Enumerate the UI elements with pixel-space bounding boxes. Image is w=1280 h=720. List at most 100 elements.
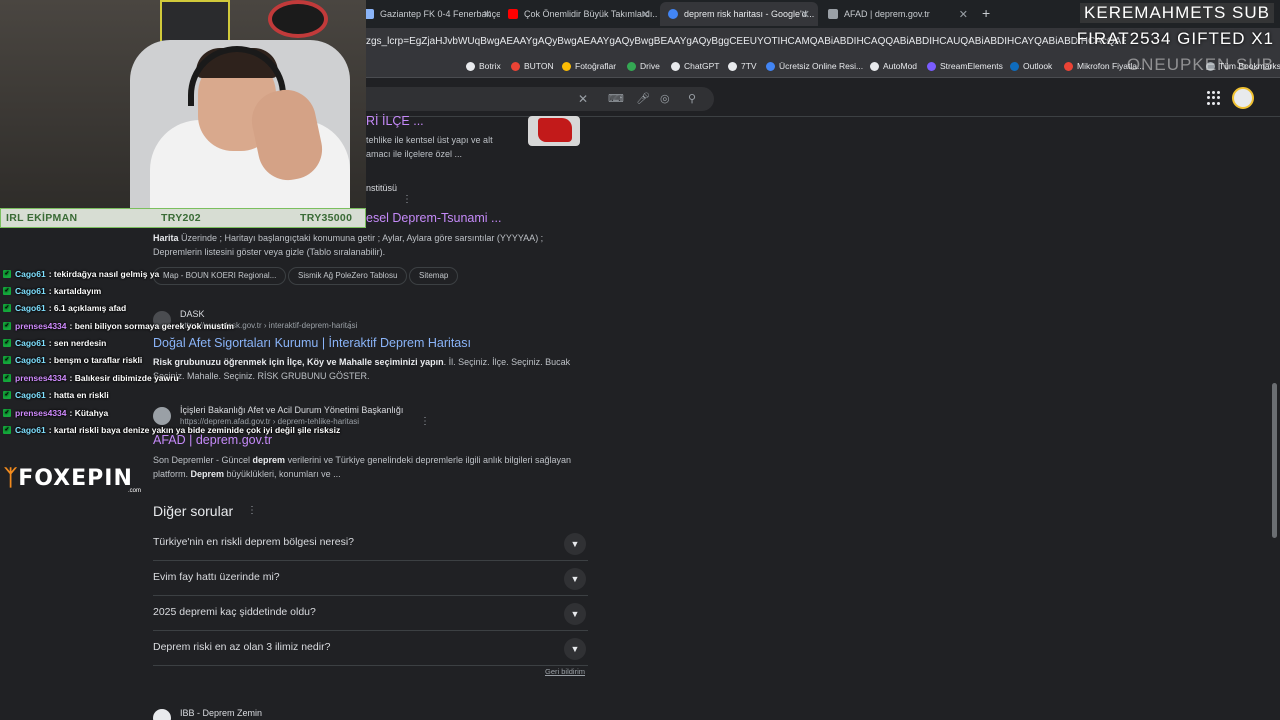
- microphone-icon[interactable]: 🎤︎: [636, 92, 650, 105]
- more-options-icon[interactable]: ⋮: [345, 319, 355, 333]
- chat-text: : benşm o taraflar riskli: [48, 354, 143, 365]
- search-input[interactable]: ✕ ⌨ 🎤︎ ◎ ⚲: [340, 87, 714, 111]
- chat-user: Cago61: [15, 389, 46, 400]
- bookmark-drive[interactable]: Drive: [627, 61, 660, 71]
- snippet-line: Depremlerin listesini göster veya gizle …: [153, 247, 386, 257]
- snippet-text: Üzerinde ; Haritayı başlangıçtaki konumu…: [178, 233, 544, 243]
- snippet-bold: Deprem: [190, 469, 225, 479]
- paa-question[interactable]: 2025 depremi kaç şiddetinde oldu? ▼: [153, 596, 588, 631]
- tab-youtube[interactable]: Çok Önemlidir Büyük Takımlardı... ✕: [500, 2, 658, 26]
- result-site-name: nstitüsü: [366, 183, 398, 193]
- bookmark-icon: [511, 61, 520, 71]
- chat-message: ✓ Cago61: hatta en riskli: [3, 387, 109, 402]
- chat-text: : kartaldayım: [48, 285, 102, 296]
- more-options-icon[interactable]: ⋮: [420, 415, 430, 429]
- result-title-dask[interactable]: Doğal Afet Sigortaları Kurumu | İnterakt…: [153, 336, 471, 350]
- chevron-down-icon[interactable]: ▼: [564, 533, 586, 555]
- more-options-icon[interactable]: ⋮: [247, 505, 257, 516]
- snippet-text: verilerini ve Türkiye genelindeki deprem…: [285, 455, 572, 465]
- snippet-text: . İl. Seçiniz. İlçe. Seçiniz. Bucak: [443, 357, 571, 367]
- chat-user: Cago61: [15, 268, 46, 279]
- google-icon: [668, 9, 678, 19]
- search-icon[interactable]: ⚲: [688, 92, 696, 105]
- more-options-icon[interactable]: ⋮: [402, 193, 412, 207]
- bookmark-photos[interactable]: Fotoğraflar: [562, 61, 616, 71]
- sitelink-regional-map[interactable]: Map - BOUN KOERI Regional...: [153, 267, 287, 285]
- bookmark-outlook[interactable]: Outlook: [1010, 61, 1052, 71]
- url-text[interactable]: zgs_lcrp=EgZjaHJvbWUqBwgAEAAYgAQyBwgAEAA…: [366, 36, 1126, 47]
- paa-question[interactable]: Deprem riski en az olan 3 ilimiz nedir? …: [153, 631, 588, 666]
- bookmark-7tv[interactable]: 7TV: [728, 61, 757, 71]
- bookmark-streamelements[interactable]: StreamElements: [927, 61, 1003, 71]
- chatgpt-icon: [671, 61, 680, 71]
- tab-gaziantep[interactable]: Gaziantep FK 0-4 Fenerbahçe - ... ✕: [356, 2, 500, 26]
- sitelink-sitemap[interactable]: Sitemap: [409, 267, 459, 285]
- bookmark-image-tool[interactable]: Ücretsiz Online Resi...: [766, 61, 863, 71]
- webcam-overlay: [0, 0, 366, 212]
- chat-text: : 6.1 açıklamış afad: [48, 302, 127, 313]
- badge-icon: ✓: [3, 390, 11, 399]
- 7tv-icon: [728, 61, 737, 71]
- bookmark-label: Botrix: [479, 61, 501, 71]
- automod-icon: [870, 61, 879, 71]
- chat-user: Cago61: [15, 302, 46, 313]
- result-snippet: Risk grubunuzu öğrenmek için İlçe, Köy v…: [153, 355, 593, 383]
- snippet-line: amacı ile ilçelere özel ...: [366, 149, 463, 159]
- result-title-koeri-ilce[interactable]: Rİ İLÇE ...: [366, 114, 424, 128]
- bookmark-icon: [466, 61, 475, 71]
- tab-close-icon[interactable]: ✕: [641, 8, 650, 21]
- chat-text: : sen nerdesin: [48, 337, 107, 348]
- drive-icon: [627, 61, 636, 71]
- chat-text: : kartal riskli baya denize yakın ya bid…: [48, 424, 341, 435]
- bookmark-buton[interactable]: BUTON: [511, 61, 554, 71]
- chevron-down-icon[interactable]: ▼: [564, 568, 586, 590]
- bookmark-botrix[interactable]: Botrix: [466, 61, 501, 71]
- donation-current: TRY202: [161, 212, 201, 224]
- snippet-text: Son Depremler - Güncel: [153, 455, 253, 465]
- chat-message: ✓ Cago61: tekirdağya nasıl gelmiş ya: [3, 266, 159, 281]
- tab-label: AFAD | deprem.gov.tr: [844, 9, 930, 19]
- scrollbar[interactable]: [1272, 383, 1277, 538]
- clear-icon[interactable]: ✕: [578, 92, 588, 106]
- sitelink-polezero[interactable]: Sismik Ağ PoleZero Tablosu: [288, 267, 408, 285]
- result-title-tsunami[interactable]: esel Deprem-Tsunami ...: [366, 211, 501, 225]
- chat-user: Cago61: [15, 285, 46, 296]
- paa-heading: Diğer sorular: [153, 503, 234, 519]
- sponsor-name: FOXEPIN: [18, 466, 133, 491]
- avatar[interactable]: [1232, 87, 1254, 109]
- youtube-icon: [508, 9, 518, 19]
- tab-close-icon[interactable]: ✕: [959, 8, 968, 21]
- snippet-bold: deprem: [252, 455, 286, 465]
- tab-google-search[interactable]: deprem risk haritası - Google'd... ✕: [660, 2, 818, 26]
- result-thumbnail-map[interactable]: [528, 116, 580, 146]
- chat-message: ✓ Cago61: kartaldayım: [3, 283, 101, 298]
- tab-close-icon[interactable]: ✕: [483, 8, 492, 21]
- chevron-down-icon[interactable]: ▼: [564, 638, 586, 660]
- bookmark-automod[interactable]: AutoMod: [870, 61, 917, 71]
- paa-question-text: Türkiye'nin en riskli deprem bölgesi ner…: [153, 536, 355, 548]
- sponsor-logo: ᛉFOXEPIN: [4, 466, 133, 491]
- chat-user: prenses4334: [15, 407, 67, 418]
- feedback-link[interactable]: Geri bildirim: [545, 667, 585, 676]
- sub-alert: FIRAT2534 GIFTED X1: [1076, 29, 1274, 48]
- chat-message: ✓ prenses4334: beni biliyon sormaya gerek…: [3, 318, 234, 333]
- paa-question[interactable]: Türkiye'nin en riskli deprem bölgesi ner…: [153, 526, 588, 561]
- chevron-down-icon[interactable]: ▼: [564, 603, 586, 625]
- bookmark-chatgpt[interactable]: ChatGPT: [671, 61, 719, 71]
- sponsor-domain: .com: [128, 488, 142, 494]
- badge-icon: ✓: [3, 269, 11, 278]
- new-tab-button[interactable]: +: [982, 5, 990, 21]
- tab-afad[interactable]: AFAD | deprem.gov.tr ✕: [820, 2, 976, 26]
- globe-icon: [828, 9, 838, 19]
- tab-close-icon[interactable]: ✕: [801, 8, 810, 21]
- outlook-icon: [1010, 61, 1019, 71]
- paa-question[interactable]: Evim fay hattı üzerinde mi? ▼: [153, 561, 588, 596]
- lens-icon[interactable]: ◎: [660, 92, 670, 105]
- keyboard-icon[interactable]: ⌨: [608, 92, 624, 105]
- chat-text: : beni biliyon sormaya gerek yok mustim: [69, 320, 234, 331]
- donation-goal-bar: IRL EKİPMAN TRY202 TRY35000: [0, 208, 366, 228]
- bookmark-label: Ücretsiz Online Resi...: [779, 61, 864, 71]
- chat-message: ✓ prenses4334: Kütahya: [3, 405, 108, 420]
- chat-message: ✓ Cago61: sen nerdesin: [3, 335, 106, 350]
- apps-icon[interactable]: [1207, 91, 1221, 105]
